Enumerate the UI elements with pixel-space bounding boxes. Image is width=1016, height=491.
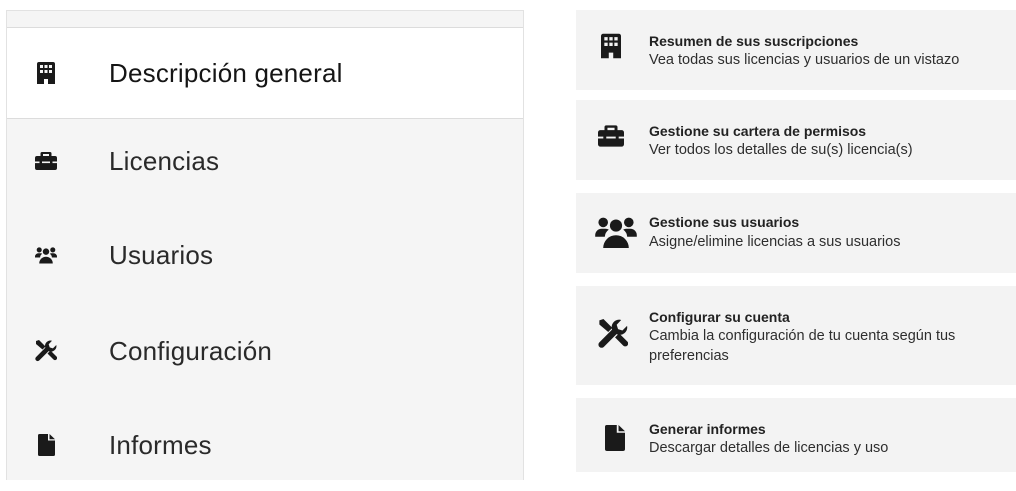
document-icon — [605, 422, 625, 454]
card-description: Cambia la configuración de tu cuenta seg… — [649, 328, 956, 364]
building-icon — [601, 33, 621, 59]
sidebar-item-informes[interactable]: Informes — [7, 399, 523, 491]
sidebar-item-configuracion[interactable]: Configuración — [7, 305, 523, 397]
card-title: Gestione sus usuarios — [649, 214, 800, 230]
sidebar-item-usuarios[interactable]: Usuarios — [7, 209, 523, 301]
card-title: Generar informes — [649, 421, 766, 437]
sidebar-nav: Descripción general Licencias Usuarios C… — [6, 10, 524, 480]
card-title: Gestione su cartera de permisos — [649, 123, 867, 139]
briefcase-icon — [35, 150, 57, 172]
card-generate-reports[interactable]: Generar informes Descargar detalles de l… — [576, 398, 1016, 472]
tools-icon — [598, 319, 628, 349]
users-icon — [35, 244, 57, 266]
sidebar-item-label: Descripción general — [109, 57, 343, 88]
card-manage-users[interactable]: Gestione sus usuarios Asigne/elimine lic… — [576, 193, 1016, 273]
sidebar-item-label: Licencias — [109, 145, 220, 176]
card-description: Descargar detalles de licencias y uso — [649, 440, 889, 456]
card-title: Resumen de sus suscripciones — [649, 33, 859, 49]
card-description: Asigne/elimine licencias a sus usuarios — [649, 234, 901, 250]
building-icon — [35, 62, 57, 84]
document-icon — [35, 434, 57, 456]
card-permissions-portfolio[interactable]: Gestione su cartera de permisos Ver todo… — [576, 100, 1016, 180]
sidebar-item-licencias[interactable]: Licencias — [7, 115, 523, 207]
card-description: Vea todas sus licencias y usuarios de un… — [649, 52, 960, 68]
tools-icon — [35, 340, 57, 362]
sidebar-item-label: Configuración — [109, 335, 273, 366]
users-icon — [594, 216, 638, 248]
sidebar-item-descripcion-general[interactable]: Descripción general — [7, 27, 523, 119]
sidebar-item-label: Informes — [109, 429, 212, 460]
card-configure-account[interactable]: Configurar su cuenta Cambia la configura… — [576, 286, 1016, 385]
briefcase-icon — [598, 125, 624, 147]
card-description: Ver todos los detalles de su(s) licencia… — [649, 142, 913, 158]
card-title: Configurar su cuenta — [649, 309, 790, 325]
card-subscriptions-overview[interactable]: Resumen de sus suscripciones Vea todas s… — [576, 10, 1016, 90]
sidebar-item-label: Usuarios — [109, 239, 214, 270]
